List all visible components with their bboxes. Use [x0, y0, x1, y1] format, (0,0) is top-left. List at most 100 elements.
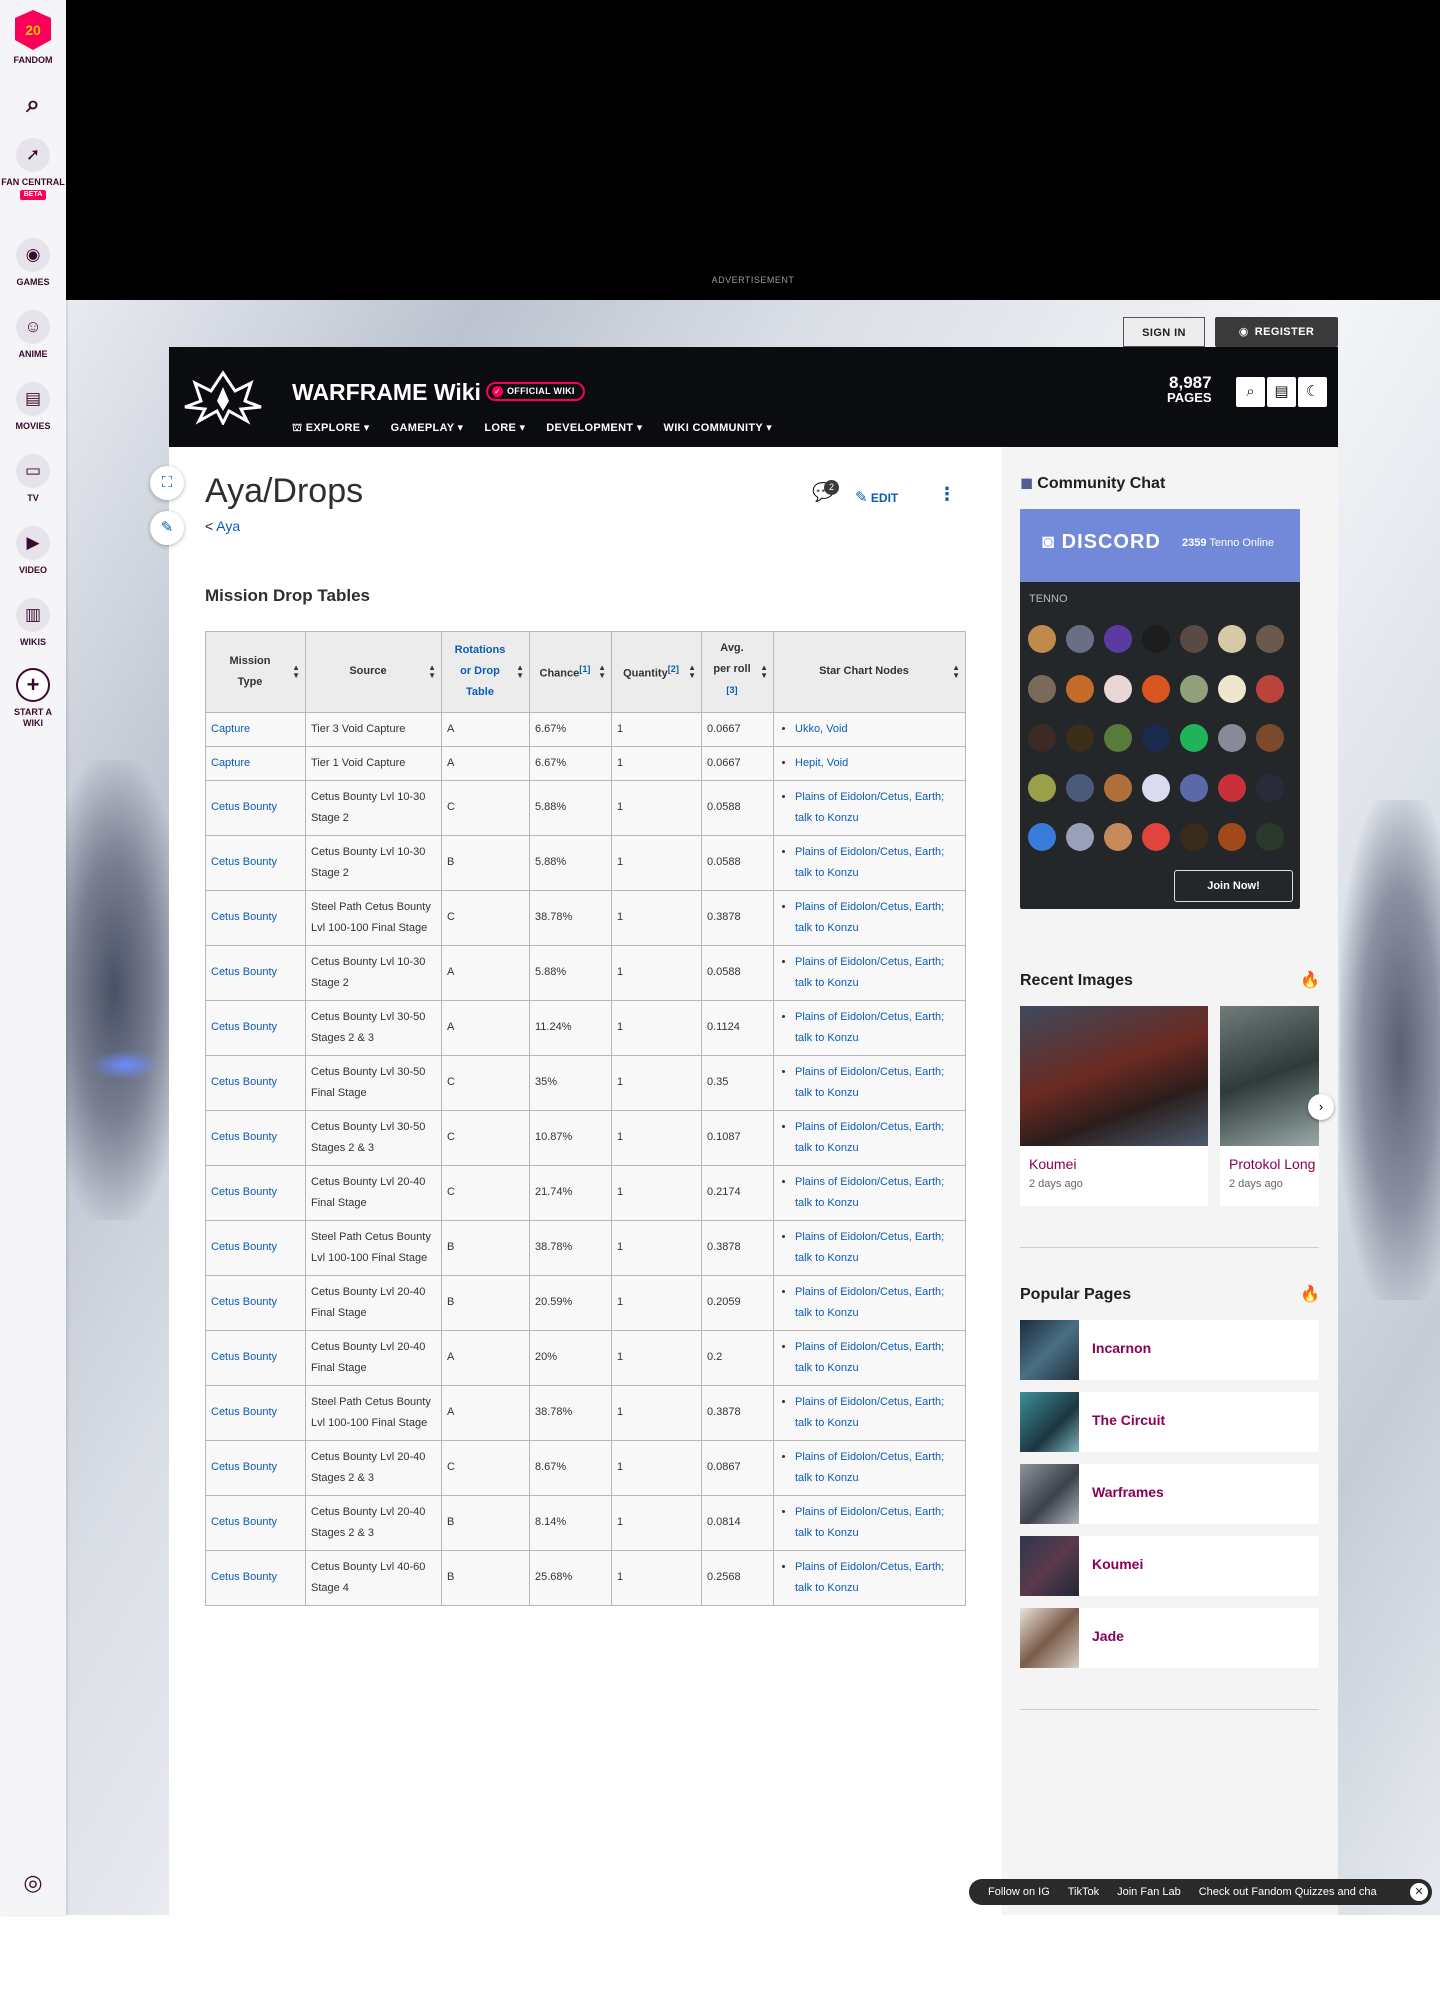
popular-page-link[interactable]: Warframes	[1092, 1484, 1164, 1500]
discord-member-avatar[interactable]	[1104, 724, 1132, 753]
discord-member-avatar[interactable]	[1256, 625, 1284, 653]
popular-page-item[interactable]: Incarnon	[1020, 1320, 1319, 1380]
star-chart-node-link[interactable]: Plains of Eidolon/Cetus, Earth; talk to …	[795, 1561, 944, 1594]
popular-page-link[interactable]: Jade	[1092, 1628, 1124, 1644]
anime-link[interactable]: ☺ ANIME	[0, 310, 66, 360]
recent-image-name[interactable]: Koumei	[1029, 1156, 1076, 1172]
discord-member-avatar[interactable]	[1142, 773, 1170, 802]
nav-gameplay[interactable]: GAMEPLAY ▾	[391, 421, 464, 436]
video-link[interactable]: ▶ VIDEO	[0, 526, 66, 576]
discord-member-avatar[interactable]	[1028, 724, 1056, 753]
quizzes-link[interactable]: Check out Fandom Quizzes and cha	[1190, 1886, 1386, 1898]
star-chart-node-link[interactable]: Plains of Eidolon/Cetus, Earth; talk to …	[795, 1121, 944, 1154]
popular-page-item[interactable]: Koumei	[1020, 1536, 1319, 1596]
col-source[interactable]: Source ▲ ▼	[305, 631, 442, 713]
discord-member-avatar[interactable]	[1218, 773, 1246, 802]
star-chart-node-link[interactable]: Hepit, Void	[795, 757, 848, 769]
discord-member-avatar[interactable]	[1256, 674, 1284, 703]
mission-type-link[interactable]: Capture	[211, 723, 250, 735]
discord-member-avatar[interactable]	[1180, 674, 1208, 703]
mission-type-link[interactable]: Cetus Bounty	[211, 1186, 277, 1198]
discord-member-avatar[interactable]	[1142, 625, 1170, 653]
mission-type-link[interactable]: Cetus Bounty	[211, 1351, 277, 1363]
breadcrumb-link[interactable]: Aya	[216, 518, 240, 534]
star-chart-node-link[interactable]: Plains of Eidolon/Cetus, Earth; talk to …	[795, 1286, 944, 1319]
mission-type-link[interactable]: Cetus Bounty	[211, 1406, 277, 1418]
fan-central-link[interactable]: ➚ FAN CENTRAL BETA	[0, 138, 66, 200]
nav-wiki-community[interactable]: WIKI COMMUNITY ▾	[664, 421, 773, 436]
discord-member-avatar[interactable]	[1180, 823, 1208, 852]
footnote-3[interactable]: [3]	[726, 685, 737, 695]
warframe-logo-icon[interactable]	[183, 369, 263, 425]
star-chart-node-link[interactable]: Plains of Eidolon/Cetus, Earth; talk to …	[795, 1066, 944, 1099]
col-chance[interactable]: Chance[1] ▲ ▼	[529, 631, 612, 713]
discord-member-avatar[interactable]	[1104, 625, 1132, 653]
search-icon[interactable]: ⌕	[1236, 377, 1265, 407]
popular-page-link[interactable]: The Circuit	[1092, 1412, 1165, 1428]
tv-link[interactable]: ▭ TV	[0, 454, 66, 504]
discord-member-avatar[interactable]	[1142, 674, 1170, 703]
recent-image-card[interactable]: Koumei 2 days ago	[1020, 1006, 1208, 1206]
mission-type-link[interactable]: Cetus Bounty	[211, 1516, 277, 1528]
discord-member-avatar[interactable]	[1104, 773, 1132, 802]
col-avg-per-roll[interactable]: Avg. per roll [3] ▲ ▼	[701, 631, 774, 713]
wikis-link[interactable]: ▥ WIKIS	[0, 598, 66, 648]
mission-type-link[interactable]: Cetus Bounty	[211, 1021, 277, 1033]
mission-type-link[interactable]: Cetus Bounty	[211, 801, 277, 813]
discord-member-avatar[interactable]	[1218, 724, 1246, 753]
discord-member-avatar[interactable]	[1142, 823, 1170, 852]
discord-member-avatar[interactable]	[1142, 724, 1170, 753]
recent-image-name[interactable]: Protokol Long	[1229, 1156, 1315, 1172]
discord-logo[interactable]: ◙ DISCORD	[1042, 531, 1161, 554]
discord-member-avatar[interactable]	[1218, 674, 1246, 703]
discord-member-avatar[interactable]	[1066, 724, 1094, 753]
discord-member-avatar[interactable]	[1180, 724, 1208, 753]
star-chart-node-link[interactable]: Plains of Eidolon/Cetus, Earth; talk to …	[795, 956, 944, 989]
popular-page-link[interactable]: Incarnon	[1092, 1340, 1151, 1356]
discord-member-avatar[interactable]	[1104, 674, 1132, 703]
star-chart-node-link[interactable]: Plains of Eidolon/Cetus, Earth; talk to …	[795, 1176, 944, 1209]
discord-member-avatar[interactable]	[1066, 773, 1094, 802]
fandom-logo-link[interactable]: 20 FANDOM	[0, 10, 66, 66]
star-chart-node-link[interactable]: Plains of Eidolon/Cetus, Earth; talk to …	[795, 1231, 944, 1264]
sign-in-button[interactable]: SIGN IN	[1123, 317, 1205, 347]
discord-member-avatar[interactable]	[1104, 823, 1132, 852]
discord-member-avatar[interactable]	[1066, 674, 1094, 703]
popular-page-item[interactable]: The Circuit	[1020, 1392, 1319, 1452]
discord-member-avatar[interactable]	[1028, 823, 1056, 852]
discord-member-avatar[interactable]	[1256, 773, 1284, 802]
nav-lore[interactable]: LORE ▾	[484, 421, 525, 436]
col-rotation[interactable]: Rotations or Drop Table ▲ ▼	[441, 631, 530, 713]
col-quantity[interactable]: Quantity[2] ▲ ▼	[611, 631, 702, 713]
register-button[interactable]: ◉ REGISTER	[1215, 317, 1338, 347]
mission-type-link[interactable]: Cetus Bounty	[211, 1241, 277, 1253]
edit-button[interactable]: ✎ EDIT	[855, 488, 898, 506]
nav-explore[interactable]: ⛫ EXPLORE ▾	[292, 421, 370, 436]
search-button[interactable]: ⌕	[0, 88, 66, 127]
footnote-1[interactable]: [1]	[579, 664, 590, 674]
col-star-chart-nodes[interactable]: Star Chart Nodes ▲ ▼	[773, 631, 966, 713]
discord-member-avatar[interactable]	[1028, 773, 1056, 802]
carousel-next-icon[interactable]: ›	[1308, 1094, 1334, 1120]
mission-type-link[interactable]: Cetus Bounty	[211, 1461, 277, 1473]
mission-type-link[interactable]: Capture	[211, 757, 250, 769]
tiktok-link[interactable]: TikTok	[1059, 1886, 1108, 1898]
mission-type-link[interactable]: Cetus Bounty	[211, 1131, 277, 1143]
discord-member-avatar[interactable]	[1066, 625, 1094, 653]
discord-member-avatar[interactable]	[1218, 823, 1246, 852]
close-icon[interactable]: ✕	[1410, 1883, 1428, 1901]
expand-icon[interactable]: ⛶	[150, 466, 184, 500]
games-link[interactable]: ◉ GAMES	[0, 238, 66, 288]
more-actions-icon[interactable]: ⋮	[938, 484, 956, 505]
star-chart-node-link[interactable]: Plains of Eidolon/Cetus, Earth; talk to …	[795, 901, 944, 934]
discussions-icon[interactable]: ▤	[1267, 377, 1296, 407]
movies-link[interactable]: ▤ MOVIES	[0, 382, 66, 432]
discord-member-avatar[interactable]	[1256, 823, 1284, 852]
discord-member-avatar[interactable]	[1180, 625, 1208, 653]
star-chart-node-link[interactable]: Plains of Eidolon/Cetus, Earth; talk to …	[795, 1341, 944, 1374]
follow-ig-link[interactable]: Follow on IG	[979, 1886, 1059, 1898]
mission-type-link[interactable]: Cetus Bounty	[211, 966, 277, 978]
recent-image-card[interactable]: Protokol Long 2 days ago	[1220, 1006, 1319, 1206]
dark-mode-icon[interactable]: ☾	[1298, 377, 1327, 407]
nav-development[interactable]: DEVELOPMENT ▾	[546, 421, 642, 436]
